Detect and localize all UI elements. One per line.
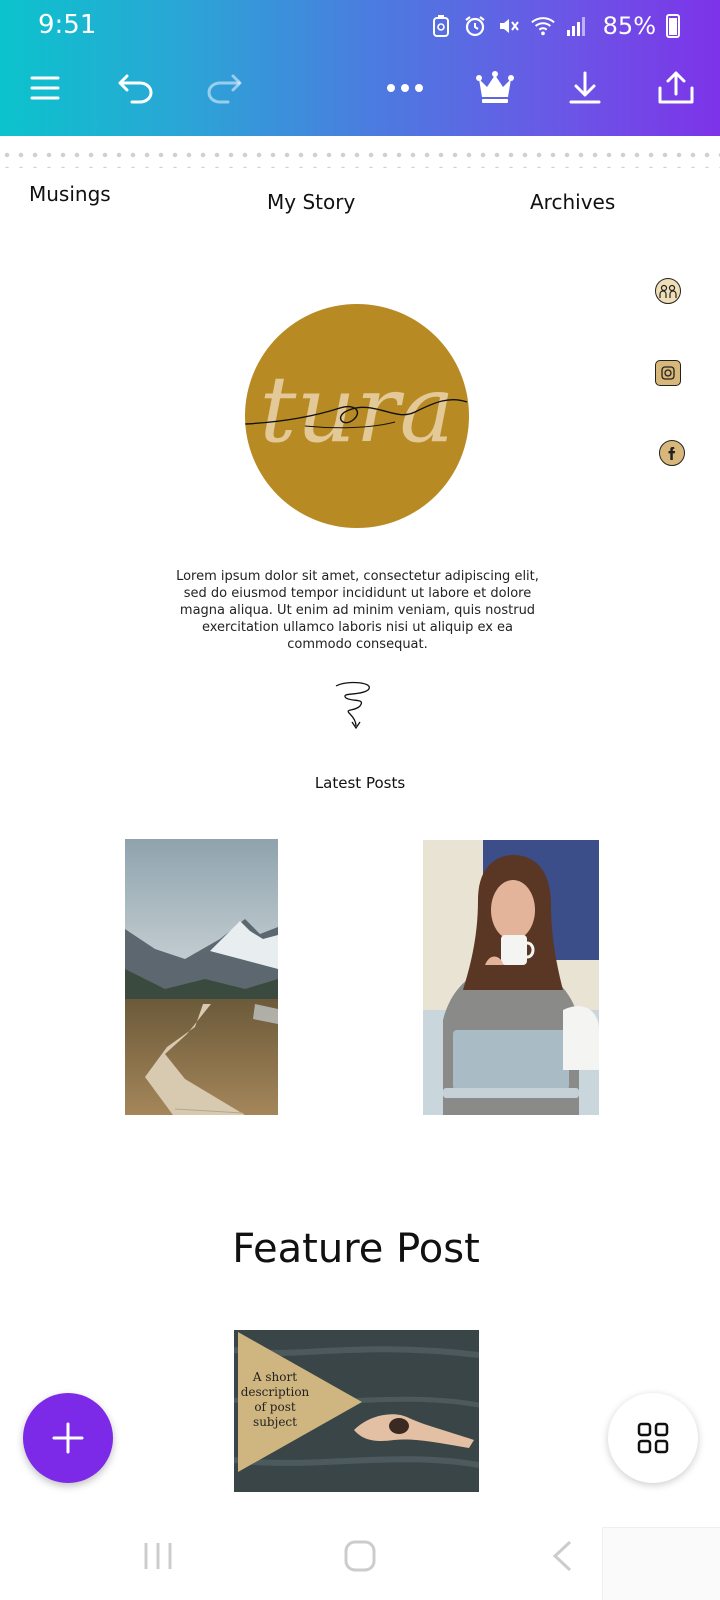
pages-grid-button[interactable] [608, 1393, 698, 1483]
feature-post-card[interactable]: A short description of post subject [234, 1330, 479, 1492]
mute-icon [497, 14, 521, 38]
nav-archives[interactable]: Archives [530, 190, 615, 214]
back-icon [552, 1540, 572, 1572]
redo-icon [207, 74, 242, 104]
battery-percent: 85% [602, 12, 656, 40]
menu-icon [30, 76, 60, 100]
scribble-arrow-icon [335, 681, 370, 730]
intro-paragraph: Lorem ipsum dolor sit amet, consectetur … [176, 569, 539, 652]
logo-signature-flourish [245, 398, 468, 429]
crown-icon [476, 71, 514, 103]
nav-my-story[interactable]: My Story [267, 190, 355, 214]
signal-icon [565, 14, 589, 38]
plus-icon [52, 1422, 84, 1454]
share-icon [658, 71, 694, 104]
premium-button[interactable] [471, 64, 519, 112]
save-data-icon [429, 14, 453, 38]
instagram-icon[interactable] [655, 360, 681, 386]
back-button[interactable] [538, 1536, 586, 1576]
app-header: 9:51 85% [0, 0, 720, 136]
download-button[interactable] [561, 64, 609, 112]
undo-button[interactable] [112, 64, 160, 112]
facebook-icon[interactable] [659, 440, 685, 466]
add-element-button[interactable] [23, 1393, 113, 1483]
more-button[interactable] [381, 64, 429, 112]
wifi-icon [530, 14, 555, 38]
home-button[interactable] [336, 1536, 384, 1576]
latest-posts-heading: Latest Posts [314, 774, 406, 792]
community-icon[interactable] [655, 278, 681, 304]
mountain-boardwalk-photo[interactable] [125, 839, 278, 1115]
corner-panel [602, 1527, 720, 1600]
logo: tura [245, 304, 469, 528]
more-icon [387, 84, 423, 92]
alarm-icon [463, 14, 487, 38]
redo-button[interactable] [200, 64, 248, 112]
download-icon [569, 71, 601, 104]
feature-post-heading: Feature Post [232, 1226, 480, 1272]
share-button[interactable] [652, 64, 700, 112]
nav-musings[interactable]: Musings [29, 182, 111, 206]
page-divider-dots [0, 148, 720, 168]
feature-card-text: A short description of post subject [240, 1370, 310, 1429]
recents-icon [144, 1543, 172, 1569]
woman-coffee-laptop-photo[interactable] [423, 840, 599, 1115]
status-time: 9:51 [38, 10, 97, 40]
home-icon [344, 1540, 376, 1572]
menu-button[interactable] [21, 64, 69, 112]
status-icons: 85% [429, 12, 680, 40]
recents-button[interactable] [134, 1536, 182, 1576]
undo-icon [118, 74, 153, 104]
grid-icon [637, 1422, 669, 1454]
battery-icon [666, 14, 680, 38]
